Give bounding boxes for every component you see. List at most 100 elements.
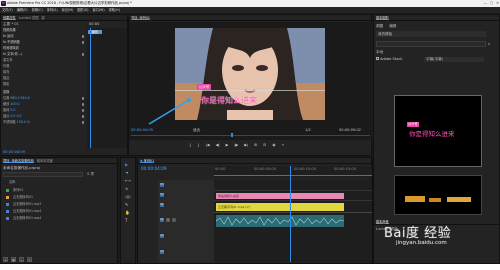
mark-in-button[interactable]: { (189, 143, 191, 147)
timeline-playhead[interactable] (290, 166, 291, 262)
program-viewport[interactable]: 公众号 你是得知么进来 00:00:04:09 适合 1/2 00:00:05:… (129, 22, 372, 140)
tab-source[interactable]: 源 (41, 15, 44, 20)
mark-out-button[interactable]: } (197, 143, 199, 147)
template-preview-2[interactable] (394, 175, 482, 215)
fit-dropdown[interactable]: 适合 (193, 128, 200, 133)
menu-marker[interactable]: 标记(M) (62, 7, 74, 13)
track-header-a1[interactable]: A1 M S (160, 214, 176, 226)
step-back-button[interactable]: ◀| (216, 143, 220, 147)
go-to-out-button[interactable]: ▶| (244, 143, 248, 147)
effect-row[interactable]: 旋转 0.0 (3, 108, 15, 113)
effect-row[interactable]: 不透明度 100.0 % (3, 120, 30, 125)
effect-row[interactable]: fx 文本(你...) (3, 52, 22, 57)
tab-sequence[interactable]: × 序列01 (140, 158, 155, 163)
tab-lumetri-scopes[interactable]: Lumetri 范围 (19, 15, 39, 20)
template-location[interactable]: 我的模板 (376, 31, 486, 37)
effect-row[interactable]: fx 不透明度 (3, 40, 20, 45)
template-filter-dropdown[interactable]: 字幕(字幕) (424, 57, 484, 62)
reset-icon[interactable] (81, 103, 84, 106)
list-item[interactable]: 云无期序列01 (13, 195, 33, 200)
program-playhead[interactable] (231, 133, 233, 137)
effect-row[interactable]: 外观 (3, 64, 9, 69)
search-icon[interactable]: ⌕ (488, 41, 490, 46)
track-header-a2[interactable]: A2 (160, 230, 164, 242)
audio-clip[interactable] (215, 215, 345, 227)
reset-icon[interactable] (81, 109, 84, 112)
video-clip[interactable]: 云无期序列01.mp4 [V] (216, 203, 344, 211)
reset-icon[interactable] (81, 53, 84, 56)
timeline-timecode[interactable]: 00:00:04:09 (141, 166, 167, 172)
razor-tool-icon[interactable]: ⨯ (125, 186, 131, 191)
track-lanes[interactable]: 你是得知么进来 云无期序列01.mp4 [V] (214, 166, 372, 262)
graphic-clip[interactable]: 你是得知么进来 (216, 193, 344, 199)
play-button[interactable]: ▶ (226, 143, 229, 147)
reset-icon[interactable] (81, 97, 84, 100)
step-forward-button[interactable]: |▶ (234, 143, 238, 147)
track-header-a3[interactable]: A3 (160, 246, 164, 258)
template-search-input[interactable] (376, 41, 486, 47)
track-target-v3[interactable]: V3 (160, 183, 164, 187)
list-view-icon[interactable]: ≡ (3, 257, 8, 262)
track-target-v2[interactable]: V2 (160, 193, 164, 197)
delete-icon[interactable]: ✕ (27, 257, 32, 262)
mute-button[interactable]: M (166, 218, 170, 222)
effect-row[interactable]: 锚点 0.0 0.0 (3, 114, 22, 119)
effect-row[interactable]: 变换 (3, 90, 9, 95)
menu-sequence[interactable]: 序列(S) (47, 7, 58, 13)
project-search-input[interactable] (3, 172, 83, 177)
menu-clip[interactable]: 剪辑(C) (32, 7, 43, 13)
resolution-dropdown[interactable]: 1/2 (305, 128, 311, 133)
type-tool-icon[interactable]: T (125, 218, 131, 223)
track-header-v3[interactable]: V3 (160, 181, 164, 189)
list-header[interactable]: 名称 (9, 180, 15, 185)
timeline-ruler[interactable]: 00:00 00:00:05:00 00:00:10:00 00:00:15:0… (214, 166, 372, 178)
lift-button[interactable]: ⊞ (254, 143, 257, 147)
track-target-v1[interactable]: V1 (160, 203, 164, 207)
menu-window[interactable]: 窗口(W) (93, 7, 105, 13)
keyframe-playhead[interactable] (90, 28, 91, 148)
effect-keyframe-area[interactable]: 图形 (87, 28, 127, 148)
menu-help[interactable]: 帮助(H) (109, 7, 120, 13)
program-timecode-left[interactable]: 00:00:04:09 (131, 128, 153, 133)
local-section[interactable]: 本地 (376, 50, 383, 55)
effect-controls-timecode[interactable]: 00:00:04:09 (3, 150, 25, 155)
list-item[interactable]: 序列01 (13, 188, 23, 193)
go-to-in-button[interactable]: |◀ (206, 143, 210, 147)
effect-row[interactable]: fx 运动 (3, 34, 13, 39)
icon-view-icon[interactable]: ▦ (11, 257, 16, 262)
effect-row[interactable]: 填充 (3, 70, 9, 75)
tab-browse[interactable]: 浏览 (376, 24, 383, 29)
hand-tool-icon[interactable]: ✋ (125, 210, 131, 215)
list-item[interactable]: 云无期序列01.mp4 (13, 216, 41, 221)
effect-row[interactable]: 描边 (3, 76, 9, 81)
slip-tool-icon[interactable]: ◁▷ (125, 194, 131, 199)
minimize-button[interactable]: — (484, 0, 487, 7)
adobe-stock-checkbox[interactable]: Adobe Stock (376, 57, 402, 62)
tab-project[interactable]: 项目: 未命名剪辑作品 (3, 158, 34, 163)
template-preview-1[interactable]: 公众号 你是得知么进来 (394, 95, 482, 167)
close-button[interactable]: ✕ (496, 0, 499, 7)
tab-program[interactable]: 节目: 序列01 (131, 15, 150, 20)
track-header-v2[interactable]: V2 (160, 191, 164, 199)
selection-tool-icon[interactable]: ▶ (125, 162, 131, 167)
reset-icon[interactable] (81, 121, 84, 124)
list-item[interactable]: 云无期序列01.mp3 (13, 202, 41, 207)
effect-row[interactable]: 源文本 (3, 58, 13, 63)
reset-icon[interactable] (81, 41, 84, 44)
export-frame-button[interactable]: ◉ (272, 143, 275, 147)
tab-media-browser[interactable]: 媒体浏览器 (37, 158, 53, 163)
track-header-v1[interactable]: V1 (160, 201, 164, 209)
ripple-edit-tool-icon[interactable]: ⟷ (125, 178, 131, 183)
add-button[interactable]: + (281, 143, 284, 147)
effect-row[interactable]: 位置 960.0 540.0 (3, 96, 30, 101)
tab-essential-graphics[interactable]: 基本图形 (376, 15, 389, 20)
list-item[interactable]: 云无期序列01.mp4 (13, 209, 41, 214)
track-target-a2[interactable]: A2 (160, 234, 164, 238)
maximize-button[interactable]: □ (490, 0, 493, 7)
reset-icon[interactable] (81, 115, 84, 118)
track-target-a1[interactable]: A1 (160, 218, 164, 222)
extract-button[interactable]: ⊟ (263, 143, 266, 147)
master-clip-label[interactable]: 主要 * 01 (3, 22, 87, 27)
new-item-icon[interactable]: + (19, 257, 24, 262)
tab-edit[interactable]: 编辑 (389, 24, 396, 29)
